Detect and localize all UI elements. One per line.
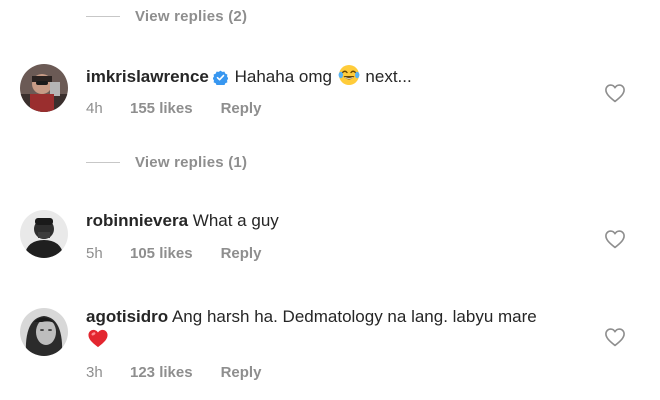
comment-username[interactable]: robinnievera [86, 211, 188, 230]
comment-timestamp: 5h [86, 244, 103, 262]
reply-button[interactable]: Reply [221, 100, 262, 117]
comment-body: Ang harsh ha. Dedmatology na lang. labyu… [171, 307, 537, 326]
likes-count-link[interactable]: 155 likes [130, 100, 193, 117]
avatar-image [20, 308, 68, 356]
red-heart-icon [87, 328, 109, 354]
view-replies-button[interactable]: View replies (2) [86, 6, 247, 26]
verified-badge-icon [212, 69, 229, 91]
avatar[interactable] [20, 210, 68, 258]
comment-text: robinnievera What a guy [86, 210, 556, 232]
avatar-image [20, 210, 68, 258]
reply-thread-line [86, 15, 120, 17]
comment-timestamp: 4h [86, 99, 103, 117]
heart-outline-icon[interactable] [604, 327, 626, 347]
reply-thread-line [86, 161, 120, 163]
view-replies-button[interactable]: View replies (1) [86, 152, 247, 172]
likes-count-link[interactable]: 105 likes [130, 245, 193, 262]
heart-outline-icon[interactable] [604, 229, 626, 249]
comment-text: imkrislawrence Hahaha omg next... [86, 64, 556, 92]
view-replies-label: View replies (1) [135, 153, 248, 171]
comment-body: Hahaha omg [234, 67, 332, 86]
view-replies-label: View replies (2) [135, 7, 248, 25]
comment-timestamp: 3h [86, 363, 103, 381]
avatar-image [20, 64, 68, 112]
comment-text: agotisidro Ang harsh ha. Dedmatology na … [86, 306, 556, 354]
reply-button[interactable]: Reply [221, 364, 262, 381]
heart-outline-icon[interactable] [604, 83, 626, 103]
likes-count-link[interactable]: 123 likes [130, 364, 193, 381]
comment-body: What a guy [192, 211, 279, 230]
reply-button[interactable]: Reply [221, 245, 262, 262]
comment-meta: 5h 105 likes Reply [86, 243, 261, 263]
avatar[interactable] [20, 308, 68, 356]
comment-username[interactable]: agotisidro [86, 307, 168, 326]
avatar[interactable] [20, 64, 68, 112]
comment-meta: 3h 123 likes Reply [86, 362, 261, 382]
comment-username[interactable]: imkrislawrence [86, 67, 209, 86]
face-with-tears-of-joy-icon [338, 64, 360, 92]
comment-meta: 4h 155 likes Reply [86, 98, 261, 118]
comment-body-continued: next... [365, 67, 412, 86]
